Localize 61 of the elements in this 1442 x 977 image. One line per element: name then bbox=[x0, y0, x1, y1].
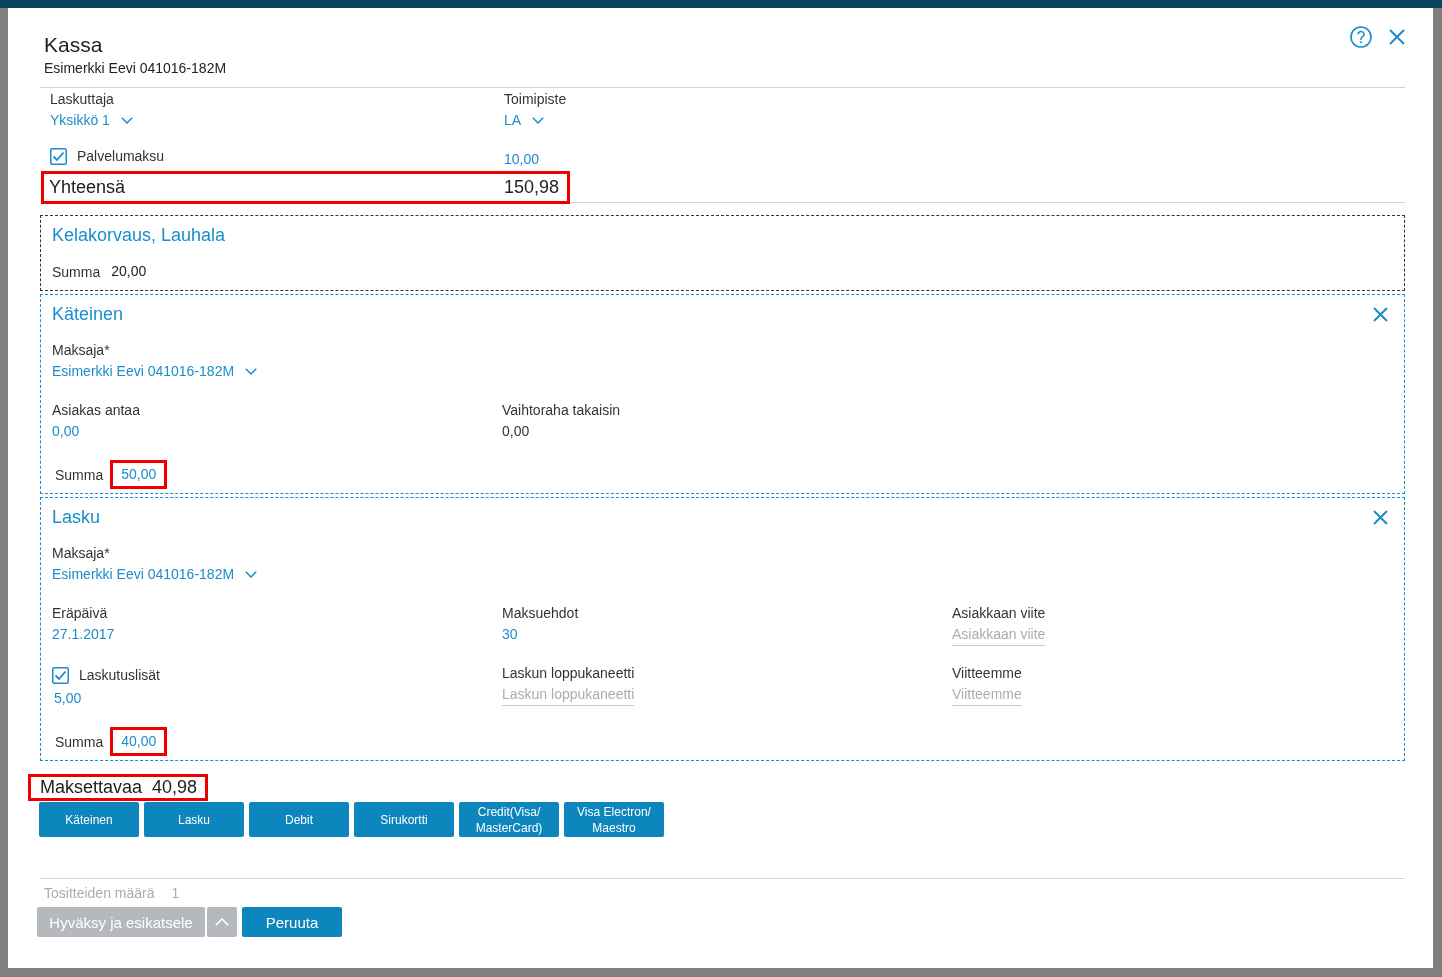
chevron-down-icon bbox=[245, 367, 258, 375]
sum-value[interactable]: 50,00 bbox=[110, 460, 168, 489]
amount-due-label: Maksettavaa bbox=[40, 777, 143, 798]
editable-value[interactable]: 30 bbox=[502, 626, 518, 642]
sum-label: Summa bbox=[55, 733, 104, 750]
help-icon[interactable] bbox=[1350, 26, 1372, 48]
amount-due-value: 40,98 bbox=[152, 777, 198, 798]
payment-method-button[interactable]: Debit bbox=[249, 802, 349, 837]
sum-label: Summa bbox=[52, 263, 101, 280]
field-label: Toimipiste bbox=[504, 90, 567, 109]
checkbox-label: Laskutuslisät bbox=[79, 666, 160, 685]
select-dropdown[interactable]: Esimerkki Eevi 041016-182M bbox=[52, 563, 258, 585]
close-icon[interactable] bbox=[1389, 29, 1405, 45]
dialog-title: Kassa bbox=[44, 32, 103, 58]
field-label: Asiakkaan viite bbox=[952, 604, 1046, 623]
text-input-field[interactable]: Asiakkaan viite bbox=[952, 623, 1046, 646]
amount-value[interactable]: 5,00 bbox=[54, 690, 82, 706]
chevron-up-icon bbox=[215, 918, 229, 926]
chevron-down-icon bbox=[120, 116, 133, 124]
field-value: 0,00 bbox=[502, 423, 530, 439]
field-label: Viitteemme bbox=[952, 664, 1022, 683]
dialog-subtitle: Esimerkki Eevi 041016-182M bbox=[44, 59, 227, 78]
select-dropdown[interactable]: Yksikkö 1 bbox=[50, 109, 133, 131]
field-label: Maksaja* bbox=[52, 544, 110, 563]
amount-value[interactable]: 10,00 bbox=[504, 151, 540, 167]
text-input-field[interactable]: Laskun loppukaneetti bbox=[502, 683, 635, 706]
select-dropdown[interactable]: LA bbox=[504, 109, 545, 131]
checkbox-label: Palvelumaksu bbox=[77, 147, 165, 166]
field-label: Asiakas antaa bbox=[52, 401, 140, 420]
sum-value[interactable]: 40,00 bbox=[110, 727, 168, 756]
editable-value[interactable]: 0,00 bbox=[52, 423, 80, 439]
panel-title: Lasku bbox=[52, 506, 101, 528]
select-dropdown[interactable]: Esimerkki Eevi 041016-182M bbox=[52, 360, 258, 382]
field-label: Laskuttaja bbox=[50, 90, 114, 109]
close-icon[interactable] bbox=[1373, 306, 1388, 322]
panel-title: Kelakorvaus, Lauhala bbox=[52, 224, 226, 246]
payment-method-button[interactable]: Sirukortti bbox=[354, 802, 454, 837]
sum-label: Summa bbox=[55, 466, 104, 483]
field-label: Laskun loppukaneetti bbox=[502, 664, 635, 683]
total-value: 150,98 bbox=[504, 176, 560, 199]
chevron-down-icon bbox=[532, 116, 545, 124]
total-label: Yhteensä bbox=[49, 176, 126, 199]
chevron-down-icon bbox=[245, 570, 258, 578]
field-label: Eräpäivä bbox=[52, 604, 108, 623]
close-icon[interactable] bbox=[1373, 509, 1388, 525]
checkbox[interactable] bbox=[52, 666, 69, 684]
checkbox[interactable] bbox=[50, 147, 67, 165]
text-input-field[interactable]: Viitteemme bbox=[952, 683, 1022, 706]
payment-method-button[interactable]: Credit(Visa/ MasterCard) bbox=[459, 802, 559, 837]
payment-method-button[interactable]: Visa Electron/ Maestro bbox=[564, 802, 664, 837]
voucher-count-label: Tositteiden määrä bbox=[44, 884, 155, 903]
field-label: Maksuehdot bbox=[502, 604, 579, 623]
sum-value: 20,00 bbox=[111, 263, 147, 280]
payment-method-button[interactable]: Lasku bbox=[144, 802, 244, 837]
voucher-count-value: 1 bbox=[171, 884, 180, 903]
field-label: Vaihtoraha takaisin bbox=[502, 401, 621, 420]
editable-value[interactable]: 27.1.2017 bbox=[52, 626, 115, 642]
payment-method-button[interactable]: Käteinen bbox=[39, 802, 139, 837]
cancel-button[interactable]: Peruuta bbox=[242, 907, 342, 937]
field-label: Maksaja* bbox=[52, 341, 110, 360]
panel-title: Käteinen bbox=[52, 303, 124, 325]
